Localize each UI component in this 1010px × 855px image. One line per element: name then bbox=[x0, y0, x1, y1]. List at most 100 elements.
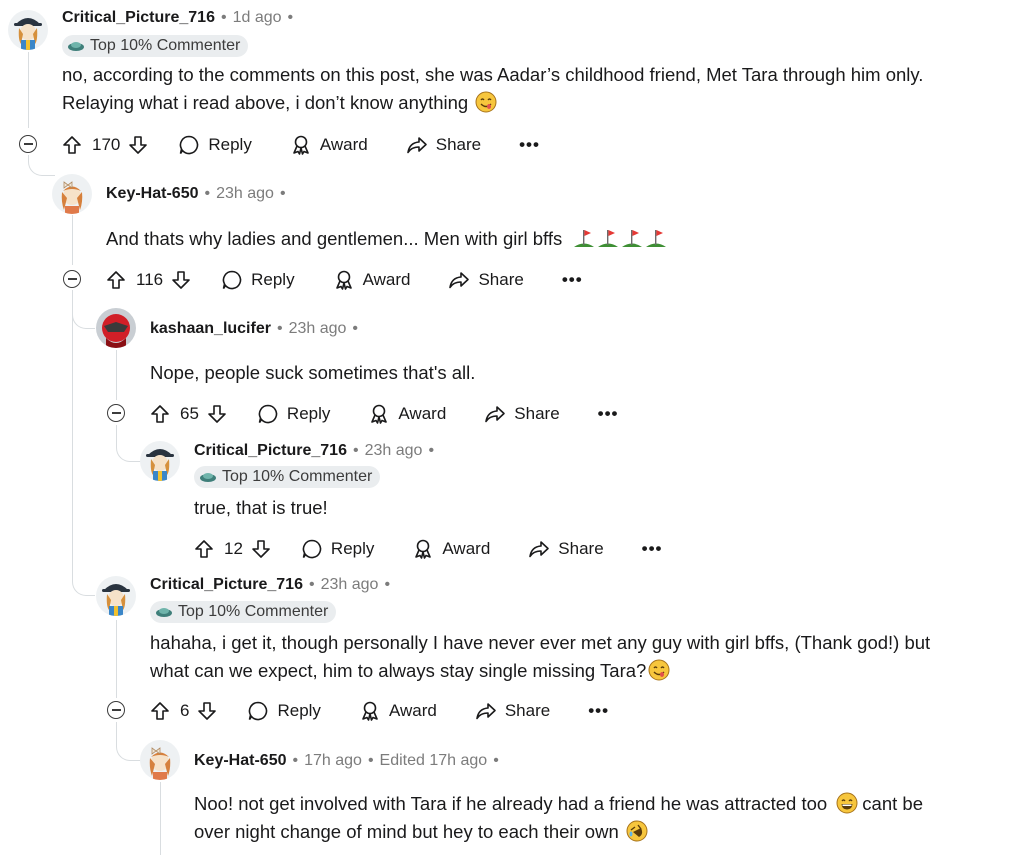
thread-line-level3 bbox=[160, 782, 161, 855]
share-icon bbox=[406, 137, 427, 154]
upvote-button[interactable] bbox=[62, 135, 82, 155]
award-button[interactable]: Award bbox=[412, 538, 490, 560]
upvote-icon bbox=[63, 136, 81, 154]
avatar[interactable] bbox=[140, 441, 180, 481]
collapse-icon[interactable] bbox=[19, 135, 37, 153]
downvote-icon bbox=[172, 271, 190, 289]
upvote-button[interactable] bbox=[194, 539, 214, 559]
reply-button[interactable]: Reply bbox=[178, 134, 252, 156]
avatar[interactable] bbox=[96, 576, 136, 616]
upvote-icon bbox=[151, 405, 169, 423]
thread-elbow bbox=[116, 722, 141, 761]
avatar[interactable] bbox=[96, 308, 136, 348]
more-options-button[interactable]: ••• bbox=[519, 135, 540, 155]
timestamp[interactable]: 17h ago bbox=[304, 752, 362, 770]
red-flag-emojis bbox=[571, 228, 667, 249]
avatar[interactable] bbox=[140, 740, 180, 780]
timestamp[interactable]: 1d ago bbox=[233, 9, 282, 27]
yum-emoji-icon bbox=[475, 91, 497, 113]
more-options-button[interactable]: ••• bbox=[642, 539, 663, 559]
flair-icon bbox=[156, 608, 172, 617]
downvote-icon bbox=[198, 702, 217, 720]
reply-bubble-icon bbox=[222, 270, 242, 290]
award-icon bbox=[415, 539, 432, 559]
yum-emoji-icon bbox=[648, 659, 670, 681]
collapse-icon[interactable] bbox=[107, 404, 125, 422]
vote-count: 116 bbox=[136, 270, 164, 289]
comment-meta: Critical_Picture_716 • 23h ago • bbox=[194, 442, 435, 460]
user-flair: Top 10% Commenter bbox=[62, 35, 249, 57]
avatar[interactable] bbox=[52, 174, 92, 214]
downvote-button[interactable] bbox=[197, 701, 217, 721]
reply-bubble-icon bbox=[180, 135, 199, 155]
timestamp[interactable]: 23h ago bbox=[365, 442, 423, 460]
author-name[interactable]: Critical_Picture_716 bbox=[150, 576, 303, 594]
upvote-button[interactable] bbox=[106, 270, 126, 290]
share-button[interactable]: Share bbox=[406, 134, 481, 156]
more-icon: ••• bbox=[597, 404, 619, 423]
more-icon: ••• bbox=[641, 539, 663, 558]
author-name[interactable]: kashaan_lucifer bbox=[150, 320, 271, 338]
comment-body: true, that is true! bbox=[194, 497, 328, 518]
downvote-button[interactable] bbox=[207, 404, 227, 424]
reply-bubble-icon bbox=[258, 404, 278, 424]
timestamp[interactable]: 23h ago bbox=[321, 576, 379, 594]
reply-button[interactable]: Reply bbox=[221, 269, 295, 291]
collapse-icon[interactable] bbox=[63, 270, 81, 288]
avatar[interactable] bbox=[8, 10, 48, 50]
comment-body: no, according to the comments on this po… bbox=[62, 64, 924, 113]
thread-elbow bbox=[72, 290, 95, 329]
author-name[interactable]: Key-Hat-650 bbox=[194, 752, 286, 770]
comment-actions: 170 Reply Award Share ••• bbox=[62, 129, 540, 161]
award-icon bbox=[293, 135, 309, 155]
award-button[interactable]: Award bbox=[290, 134, 368, 156]
thread-elbow bbox=[28, 155, 55, 176]
downvote-button[interactable] bbox=[251, 539, 271, 559]
flair-icon bbox=[200, 473, 216, 482]
award-button[interactable]: Award bbox=[359, 700, 437, 722]
upvote-button[interactable] bbox=[150, 701, 170, 721]
edited-label: Edited 17h ago bbox=[379, 752, 488, 769]
more-icon: ••• bbox=[561, 270, 583, 289]
comment-meta: Critical_Picture_716 • 1d ago • bbox=[62, 9, 294, 27]
thread-line-level2-b bbox=[116, 620, 117, 698]
grinning-emoji-icon bbox=[836, 792, 858, 814]
author-name[interactable]: Key-Hat-650 bbox=[106, 185, 198, 203]
more-options-button[interactable]: ••• bbox=[562, 270, 583, 290]
downvote-button[interactable] bbox=[128, 135, 148, 155]
share-button[interactable]: Share bbox=[448, 269, 524, 291]
downvote-button[interactable] bbox=[171, 270, 191, 290]
thread-line-level1 bbox=[72, 215, 73, 265]
share-icon bbox=[485, 406, 506, 423]
more-options-button[interactable]: ••• bbox=[598, 404, 619, 424]
author-name[interactable]: Critical_Picture_716 bbox=[62, 9, 215, 27]
award-button[interactable]: Award bbox=[333, 269, 410, 291]
share-button[interactable]: Share bbox=[528, 538, 604, 560]
red-flag-emoji-icon bbox=[598, 230, 619, 247]
user-flair: Top 10% Commenter bbox=[150, 601, 337, 623]
downvote-icon bbox=[208, 405, 226, 423]
reply-button[interactable]: Reply bbox=[257, 403, 330, 425]
comment-body: And thats why ladies and gentlemen... Me… bbox=[106, 225, 667, 253]
share-icon bbox=[449, 272, 470, 289]
thread-elbow bbox=[72, 555, 95, 596]
share-button[interactable]: Share bbox=[484, 403, 560, 425]
more-options-button[interactable]: ••• bbox=[588, 701, 609, 721]
award-button[interactable]: Award bbox=[368, 403, 446, 425]
timestamp[interactable]: 23h ago bbox=[216, 185, 274, 203]
author-name[interactable]: Critical_Picture_716 bbox=[194, 442, 347, 460]
award-icon bbox=[335, 270, 352, 290]
share-button[interactable]: Share bbox=[475, 700, 550, 722]
reply-button[interactable]: Reply bbox=[301, 538, 374, 560]
upvote-button[interactable] bbox=[150, 404, 170, 424]
comment-actions: 65 Reply Award Share ••• bbox=[150, 398, 619, 430]
reply-bubble-icon bbox=[302, 539, 322, 559]
red-flag-emoji-icon bbox=[574, 230, 595, 247]
red-flag-emoji-icon bbox=[646, 230, 667, 247]
reply-button[interactable]: Reply bbox=[247, 700, 321, 722]
collapse-icon[interactable] bbox=[107, 701, 125, 719]
share-icon bbox=[529, 541, 550, 558]
timestamp[interactable]: 23h ago bbox=[289, 320, 347, 338]
comment-body: Noo! not get involved with Tara if he al… bbox=[194, 792, 923, 842]
more-icon: ••• bbox=[588, 701, 610, 720]
